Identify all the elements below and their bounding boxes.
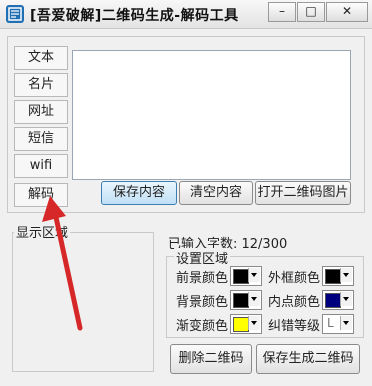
- red-arrow-annotation: [42, 196, 83, 331]
